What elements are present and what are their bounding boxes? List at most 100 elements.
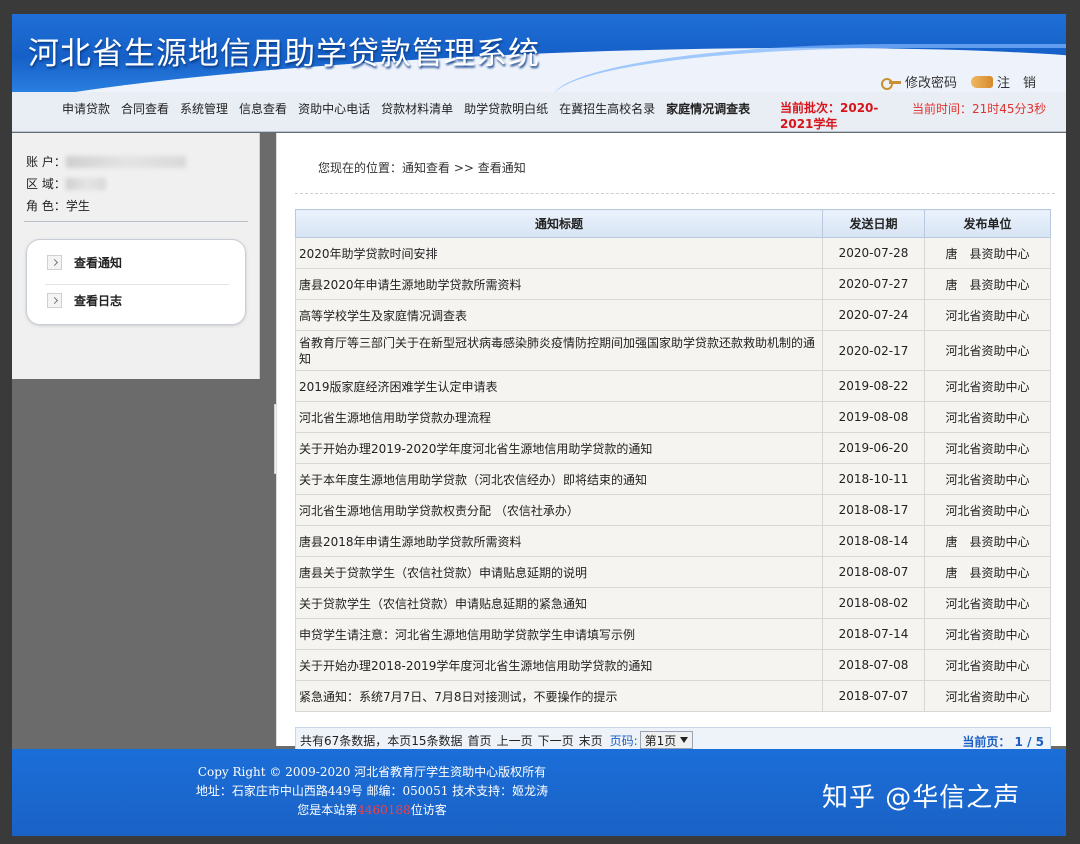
logout-label: 注 销 xyxy=(996,76,1036,91)
nav-item-info[interactable]: 信息查看 xyxy=(239,100,287,117)
nav-item-materials[interactable]: 贷款材料清单 xyxy=(381,100,453,117)
notice-date: 2019-06-20 xyxy=(822,432,925,464)
notice-unit: 河北省资助中心 xyxy=(924,401,1051,433)
notice-title-link[interactable]: 河北省生源地信用助学贷款权责分配 （农信社承办） xyxy=(299,504,579,518)
visitor-prefix: 您是本站第 xyxy=(297,803,358,817)
visitor-counter: 您是本站第4460188位访客 xyxy=(12,801,732,820)
pager-next-link[interactable]: 下一页 xyxy=(538,732,574,749)
notice-date: 2020-07-24 xyxy=(822,299,925,331)
notice-title-link[interactable]: 关于开始办理2018-2019学年度河北省生源地信用助学贷款的通知 xyxy=(299,659,652,673)
watermark: 知乎 @华信之声 xyxy=(822,783,1021,813)
current-page-indicator: 当前页： 1 / 5 xyxy=(962,735,1044,749)
top-navbar: 申请贷款 合同查看 系统管理 信息查看 资助中心电话 贷款材料清单 助学贷款明白… xyxy=(12,92,1066,132)
nav-item-system-admin[interactable]: 系统管理 xyxy=(180,100,228,117)
nav-item-colleges[interactable]: 在冀招生高校名录 xyxy=(559,100,655,117)
table-row: 唐县2018年申请生源地助学贷款所需资料 2018-08-14 唐 县资助中心 xyxy=(295,525,1051,557)
role-label: 角 色： xyxy=(26,199,66,213)
pager-prev-link[interactable]: 上一页 xyxy=(497,732,533,749)
nav-item-contracts[interactable]: 合同查看 xyxy=(121,100,169,117)
notice-date: 2018-08-14 xyxy=(822,525,925,557)
sidebar-item-label: 查看通知 xyxy=(74,256,123,270)
notice-unit: 河北省资助中心 xyxy=(924,587,1051,619)
nav-item-guide[interactable]: 助学贷款明白纸 xyxy=(464,100,548,117)
notice-unit: 河北省资助中心 xyxy=(924,330,1051,371)
current-time: 当前时间：21时45分3秒 xyxy=(912,102,1047,116)
chevron-right-icon xyxy=(47,293,62,308)
notice-title-link[interactable]: 关于本年度生源地信用助学贷款（河北农信经办）即将结束的通知 xyxy=(299,473,647,487)
column-header-date: 发送日期 xyxy=(822,209,925,238)
notice-title-link[interactable]: 紧急通知：系统7月7日、7月8日对接测试，不要操作的提示 xyxy=(299,690,618,704)
pager-last-link[interactable]: 末页 xyxy=(579,732,603,749)
notice-date: 2018-07-14 xyxy=(822,618,925,650)
notice-title-link[interactable]: 关于贷款学生（农信社贷款）申请贴息延期的紧急通知 xyxy=(299,597,587,611)
notice-title-link[interactable]: 2020年助学贷款时间安排 xyxy=(299,247,438,261)
hand-icon xyxy=(970,75,993,88)
nav-item-center-phone[interactable]: 资助中心电话 xyxy=(298,100,370,117)
notice-date: 2018-08-07 xyxy=(822,556,925,588)
table-row: 关于本年度生源地信用助学贷款（河北农信经办）即将结束的通知 2018-10-11 河… xyxy=(295,463,1051,495)
account-label: 账 户： xyxy=(26,155,66,169)
notice-date: 2018-07-07 xyxy=(822,680,925,712)
key-icon xyxy=(880,76,901,90)
notice-title-link[interactable]: 唐县2020年申请生源地助学贷款所需资料 xyxy=(299,278,522,292)
notice-unit: 唐 县资助中心 xyxy=(924,556,1051,588)
table-row: 关于贷款学生（农信社贷款）申请贴息延期的紧急通知 2018-08-02 河北省资助中… xyxy=(295,587,1051,619)
region-value-redacted xyxy=(65,178,106,190)
browser-frame: 河北省生源地信用助学贷款管理系统 修改密码 注 销 申请贷款 合同查看 系统管理… xyxy=(12,14,1066,836)
notice-title-link[interactable]: 河北省生源地信用助学贷款办理流程 xyxy=(299,411,491,425)
visitor-count: 4460188 xyxy=(357,803,411,817)
nav-item-family-survey[interactable]: 家庭情况调查表 xyxy=(666,100,750,117)
notice-unit: 唐 县资助中心 xyxy=(924,237,1051,269)
notice-title-link[interactable]: 唐县2018年申请生源地助学贷款所需资料 xyxy=(299,535,522,549)
column-header-unit: 发布单位 xyxy=(924,209,1051,238)
sidebar-item-label: 查看日志 xyxy=(74,294,123,308)
sidebar-item-view-logs[interactable]: 查看日志 xyxy=(47,292,122,309)
main-content: 您现在的位置：通知查看 >> 查看通知 通知标题 发送日期 发布单位 2020年… xyxy=(276,133,1066,753)
notice-title-link[interactable]: 高等学校学生及家庭情况调查表 xyxy=(299,309,467,323)
dropdown-arrow-icon xyxy=(680,737,689,743)
logout-link[interactable]: 注 销 xyxy=(970,72,1036,91)
notice-date: 2020-07-27 xyxy=(822,268,925,300)
account-value-redacted xyxy=(65,156,186,168)
pager-summary: 共有67条数据，本页15条数据 xyxy=(300,733,463,748)
notice-unit: 河北省资助中心 xyxy=(924,370,1051,402)
notice-date: 2018-07-08 xyxy=(822,649,925,681)
table-row: 河北省生源地信用助学贷款权责分配 （农信社承办） 2018-08-17 河北省资助中… xyxy=(295,494,1051,526)
change-password-link[interactable]: 修改密码 xyxy=(880,72,957,91)
notice-date: 2020-07-28 xyxy=(822,237,925,269)
notice-title-link[interactable]: 唐县关于贷款学生（农信社贷款）申请贴息延期的说明 xyxy=(299,566,587,580)
copyright: Copy Right © 2009-2020 河北省教育厅学生资助中心版权所有 xyxy=(197,765,547,779)
table-row: 关于开始办理2019-2020学年度河北省生源地信用助学贷款的通知 2019-06… xyxy=(295,432,1051,464)
notice-date: 2019-08-22 xyxy=(822,370,925,402)
table-header-row: 通知标题 发送日期 发布单位 xyxy=(295,209,1051,238)
footer-text: Copy Right © 2009-2020 河北省教育厅学生资助中心版权所有 … xyxy=(12,763,732,820)
table-row: 2020年助学贷款时间安排 2020-07-28 唐 县资助中心 xyxy=(295,237,1051,269)
notice-unit: 河北省资助中心 xyxy=(924,494,1051,526)
notice-title-link[interactable]: 2019版家庭经济困难学生认定申请表 xyxy=(299,380,498,394)
notice-date: 2018-08-02 xyxy=(822,587,925,619)
notice-date: 2019-08-08 xyxy=(822,401,925,433)
sidebar-item-view-notices[interactable]: 查看通知 xyxy=(47,254,122,271)
page-select[interactable]: 第1页 xyxy=(639,731,694,749)
nav-menu: 申请贷款 合同查看 系统管理 信息查看 资助中心电话 贷款材料清单 助学贷款明白… xyxy=(62,100,750,117)
table-row: 唐县关于贷款学生（农信社贷款）申请贴息延期的说明 2018-08-07 唐 县资助中… xyxy=(295,556,1051,588)
notice-unit: 河北省资助中心 xyxy=(924,463,1051,495)
pager-first-link[interactable]: 首页 xyxy=(468,732,492,749)
notice-date: 2018-10-11 xyxy=(822,463,925,495)
role-value: 学生 xyxy=(65,199,90,213)
notice-title-link[interactable]: 省教育厅等三部门关于在新型冠状病毒感染肺炎疫情防控期间加强国家助学贷款还款救助机… xyxy=(299,336,815,366)
notice-title-link[interactable]: 关于开始办理2019-2020学年度河北省生源地信用助学贷款的通知 xyxy=(299,442,652,456)
table-row: 关于开始办理2018-2019学年度河北省生源地信用助学贷款的通知 2018-07… xyxy=(295,649,1051,681)
footer: Copy Right © 2009-2020 河北省教育厅学生资助中心版权所有 … xyxy=(12,749,1066,836)
nav-item-apply-loan[interactable]: 申请贷款 xyxy=(62,100,110,117)
table-row: 唐县2020年申请生源地助学贷款所需资料 2020-07-27 唐 县资助中心 xyxy=(295,268,1051,300)
notice-unit: 河北省资助中心 xyxy=(924,618,1051,650)
notice-unit: 河北省资助中心 xyxy=(924,432,1051,464)
notice-date: 2020-02-17 xyxy=(822,330,925,371)
address: 地址：石家庄市中山西路449号 邮编：050051 技术支持：姬龙涛 xyxy=(195,784,549,798)
sidebar-menu: 查看通知 查看日志 xyxy=(26,239,246,325)
sidebar-divider xyxy=(24,221,248,222)
notice-unit: 唐 县资助中心 xyxy=(924,268,1051,300)
notice-unit: 河北省资助中心 xyxy=(924,299,1051,331)
notice-title-link[interactable]: 申贷学生请注意：河北省生源地信用助学贷款学生申请填写示例 xyxy=(299,628,635,642)
